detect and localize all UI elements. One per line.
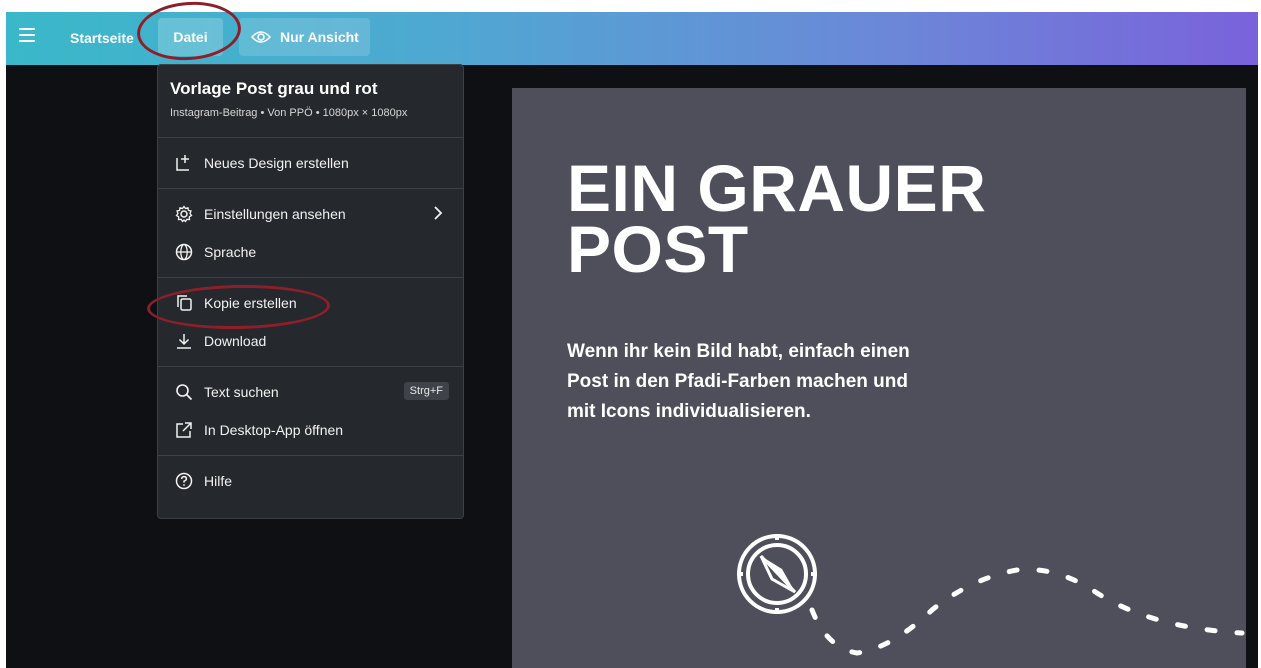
menu-item-open-desktop-app[interactable]: In Desktop-App öffnen (158, 411, 463, 449)
design-meta: Instagram-Beitrag • Von PPÖ • 1080px × 1… (170, 107, 408, 119)
menu-item-label: Einstellungen ansehen (204, 206, 346, 222)
menu-item-download[interactable]: Download (158, 322, 463, 360)
menu-item-label: Hilfe (204, 473, 233, 489)
view-only-label: Nur Ansicht (280, 29, 359, 45)
menu-item-label: Text suchen (204, 384, 279, 400)
help-icon (174, 471, 194, 491)
menu-item-label: Download (204, 333, 267, 349)
menu-item-find-text[interactable]: Text suchen Strg+F (158, 373, 463, 411)
menu-item-make-copy[interactable]: Kopie erstellen (158, 284, 463, 322)
add-design-icon (174, 153, 194, 173)
file-menu-button[interactable]: Datei (158, 18, 223, 56)
menu-section-tools: Text suchen Strg+F In Desktop-App öffnen (158, 367, 463, 456)
search-icon (174, 382, 194, 402)
menu-item-new-design[interactable]: Neues Design erstellen (158, 144, 463, 182)
menu-section-help: Hilfe (158, 456, 463, 506)
gear-icon (174, 204, 194, 224)
menu-item-help[interactable]: Hilfe (158, 462, 463, 500)
menu-item-language[interactable]: Sprache (158, 233, 463, 271)
home-link[interactable]: Startseite (70, 30, 134, 46)
download-icon (174, 331, 194, 351)
compass-icon[interactable] (737, 534, 817, 614)
copy-icon (174, 293, 194, 313)
chevron-right-icon (434, 206, 443, 220)
top-bar: Startseite Datei Nur Ansicht (6, 12, 1258, 65)
external-link-icon (174, 420, 194, 440)
design-canvas[interactable]: EIN GRAUER POST Wenn ihr kein Bild habt,… (512, 88, 1246, 668)
menu-section-copy: Kopie erstellen Download (158, 278, 463, 367)
menu-section-settings: Einstellungen ansehen Sprache (158, 189, 463, 278)
editor-window: Startseite Datei Nur Ansicht EIN GRAUER … (6, 12, 1258, 668)
file-dropdown-menu: Vorlage Post grau und rot Instagram-Beit… (157, 64, 464, 519)
globe-icon (174, 242, 194, 262)
menu-item-settings[interactable]: Einstellungen ansehen (158, 195, 463, 233)
menu-section-create: Neues Design erstellen (158, 138, 463, 189)
design-decoration (737, 534, 1245, 656)
hamburger-menu-icon[interactable] (19, 28, 35, 42)
view-only-button[interactable]: Nur Ansicht (239, 18, 370, 56)
menu-item-label: Kopie erstellen (204, 295, 297, 311)
dashed-path (809, 567, 1245, 656)
menu-header: Vorlage Post grau und rot Instagram-Beit… (158, 65, 463, 138)
menu-item-label: In Desktop-App öffnen (204, 422, 344, 438)
menu-item-label: Neues Design erstellen (204, 155, 349, 171)
design-title: Vorlage Post grau und rot (170, 79, 378, 98)
eye-icon (251, 31, 271, 43)
shortcut-badge: Strg+F (403, 382, 449, 400)
menu-item-label: Sprache (204, 244, 257, 260)
